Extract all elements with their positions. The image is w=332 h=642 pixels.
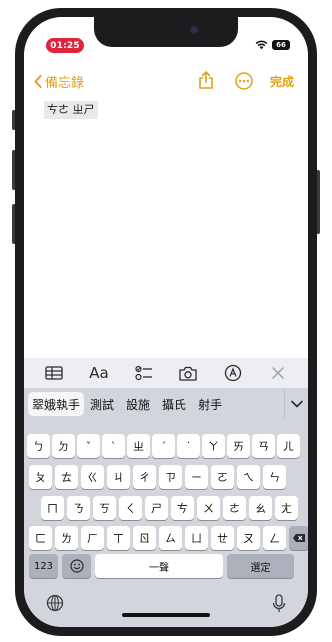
numbers-key[interactable]: 123	[29, 554, 58, 578]
table-icon	[45, 366, 63, 380]
key[interactable]: ㄊ	[55, 465, 78, 489]
key[interactable]: ㄋ	[67, 496, 90, 520]
share-button[interactable]	[198, 71, 214, 93]
key[interactable]: ㄅ	[27, 434, 50, 458]
markup-icon	[224, 364, 242, 382]
key[interactable]: ㄑ	[119, 496, 142, 520]
chevron-left-icon	[34, 75, 42, 88]
key[interactable]: ㄜ	[223, 496, 246, 520]
more-icon	[235, 72, 253, 90]
key[interactable]: ㄡ	[237, 526, 260, 550]
microphone-icon	[272, 594, 286, 612]
key[interactable]: ㄞ	[227, 434, 250, 458]
chevron-down-icon	[290, 400, 303, 408]
candidate-item[interactable]: 測試	[84, 392, 120, 416]
globe-icon	[46, 594, 64, 612]
close-keyboard-button[interactable]	[263, 361, 293, 385]
space-key[interactable]: 一聲	[95, 554, 223, 578]
key[interactable]: ㄒ	[107, 526, 130, 550]
key[interactable]: ㄌ	[55, 526, 78, 550]
key[interactable]: ˋ	[102, 434, 125, 458]
key[interactable]: ㄕ	[145, 496, 168, 520]
key-row-1: ㄅ ㄉ ˇ ˋ ㄓ ˊ ˙ ㄚ ㄞ ㄢ ㄦ	[27, 434, 300, 458]
share-icon	[199, 71, 213, 89]
key[interactable]: ㄨ	[197, 496, 220, 520]
candidate-item[interactable]: 翠娥執手	[28, 392, 85, 416]
home-indicator[interactable]	[122, 613, 210, 617]
checklist-button[interactable]	[129, 361, 159, 385]
status-indicators: 66	[255, 40, 290, 50]
key[interactable]: ㄢ	[252, 434, 275, 458]
back-button[interactable]: 備忘錄	[34, 72, 84, 91]
key[interactable]: ㄘ	[171, 496, 194, 520]
key[interactable]: ㄥ	[263, 526, 286, 550]
candidate-bar: 翠娥執手 測試 設施 攝氏 射手	[24, 389, 308, 419]
done-button[interactable]: 完成	[270, 73, 294, 90]
candidate-item[interactable]: 射手	[192, 392, 228, 416]
key-row-4: ㄈ ㄌ ㄏ ㄒ ㄖ ㄙ ㄩ ㄝ ㄡ ㄥ	[29, 526, 308, 550]
candidate-item[interactable]: 設施	[120, 392, 156, 416]
key[interactable]: ㄐ	[107, 465, 130, 489]
key[interactable]: ㄝ	[211, 526, 234, 550]
back-label: 備忘錄	[45, 76, 85, 91]
key[interactable]: ㄚ	[202, 434, 225, 458]
key[interactable]: ㄇ	[41, 496, 64, 520]
dictation-button[interactable]	[272, 594, 286, 617]
delete-key[interactable]	[289, 526, 308, 550]
phone-frame: 01:25 66 備忘錄 完成 ㄘㄜ ㄓㄕ Aa 翠娥執手 測試 設施 攝氏 射…	[15, 8, 317, 636]
checklist-icon	[135, 365, 152, 381]
key-row-2: ㄆ ㄊ ㄍ ㄐ ㄔ ㄗ ㄧ ㄛ ㄟ ㄣ	[29, 465, 286, 489]
key[interactable]: ㄟ	[237, 465, 260, 489]
globe-button[interactable]	[46, 594, 64, 616]
notch	[94, 17, 238, 47]
key[interactable]: ˙	[177, 434, 200, 458]
emoji-key[interactable]	[62, 554, 91, 578]
key[interactable]: ㄉ	[52, 434, 75, 458]
key[interactable]: ㄈ	[29, 526, 52, 550]
close-icon	[271, 367, 284, 379]
note-text[interactable]: ㄘㄜ ㄓㄕ	[44, 101, 98, 119]
more-button[interactable]	[235, 72, 253, 94]
key[interactable]: ㄙ	[159, 526, 182, 550]
key[interactable]: ㄩ	[185, 526, 208, 550]
table-button[interactable]	[39, 361, 69, 385]
key[interactable]: ㄠ	[249, 496, 272, 520]
screen: 01:25 66 備忘錄 完成 ㄘㄜ ㄓㄕ Aa 翠娥執手 測試 設施 攝氏 射…	[24, 17, 308, 627]
key[interactable]: ㄛ	[211, 465, 234, 489]
key[interactable]: ㄣ	[263, 465, 286, 489]
key[interactable]: ㄎ	[93, 496, 116, 520]
camera-icon	[190, 26, 198, 34]
expand-candidates-button[interactable]	[284, 389, 308, 419]
battery-indicator: 66	[272, 40, 290, 50]
status-time: 01:25	[46, 38, 84, 53]
key[interactable]: ㄆ	[29, 465, 52, 489]
key[interactable]: ˇ	[77, 434, 100, 458]
markup-button[interactable]	[218, 361, 248, 385]
delete-icon	[293, 534, 305, 542]
key[interactable]: ㄔ	[133, 465, 156, 489]
key-row-bottom: 123 一聲 選定	[29, 554, 294, 578]
keyboard-area: Aa 翠娥執手 測試 設施 攝氏 射手 ㄅ ㄉ ˇ ˋ ㄓ ˊ ˙ ㄚ ㄞ ㄢ …	[24, 358, 308, 627]
key[interactable]: ㄍ	[81, 465, 104, 489]
key[interactable]: ㄧ	[185, 465, 208, 489]
text-format-button[interactable]: Aa	[84, 361, 114, 385]
format-toolbar: Aa	[24, 358, 308, 388]
key[interactable]: ㄗ	[159, 465, 182, 489]
key-row-3: ㄇ ㄋ ㄎ ㄑ ㄕ ㄘ ㄨ ㄜ ㄠ ㄤ	[41, 496, 298, 520]
camera-button[interactable]	[173, 361, 203, 385]
camera-icon	[179, 366, 197, 381]
key[interactable]: ˊ	[152, 434, 175, 458]
key[interactable]: ㄤ	[275, 496, 298, 520]
key[interactable]: ㄓ	[127, 434, 150, 458]
key[interactable]: ㄦ	[277, 434, 300, 458]
candidate-item[interactable]: 攝氏	[156, 392, 192, 416]
key[interactable]: ㄏ	[81, 526, 104, 550]
key[interactable]: ㄖ	[133, 526, 156, 550]
emoji-icon	[69, 559, 84, 573]
wifi-icon	[255, 40, 268, 50]
select-key[interactable]: 選定	[227, 554, 294, 578]
